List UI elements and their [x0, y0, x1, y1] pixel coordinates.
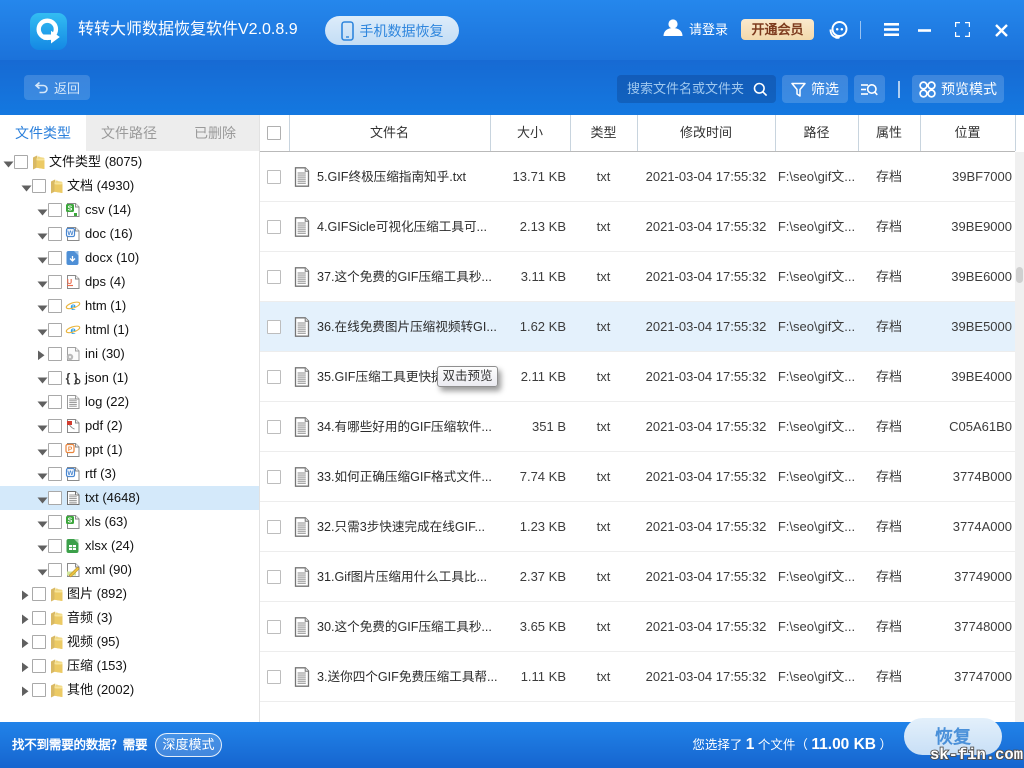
svg-text:W: W — [67, 230, 74, 237]
svg-text:U: U — [67, 277, 72, 286]
svg-text:W: W — [67, 470, 74, 477]
svg-text:P: P — [68, 446, 73, 453]
svg-text:e: e — [70, 299, 76, 313]
svg-text:sk-fin.com: sk-fin.com — [930, 746, 1023, 764]
svg-text:e: e — [70, 323, 76, 337]
svg-text:S: S — [68, 206, 73, 213]
svg-text:S: S — [68, 518, 73, 525]
